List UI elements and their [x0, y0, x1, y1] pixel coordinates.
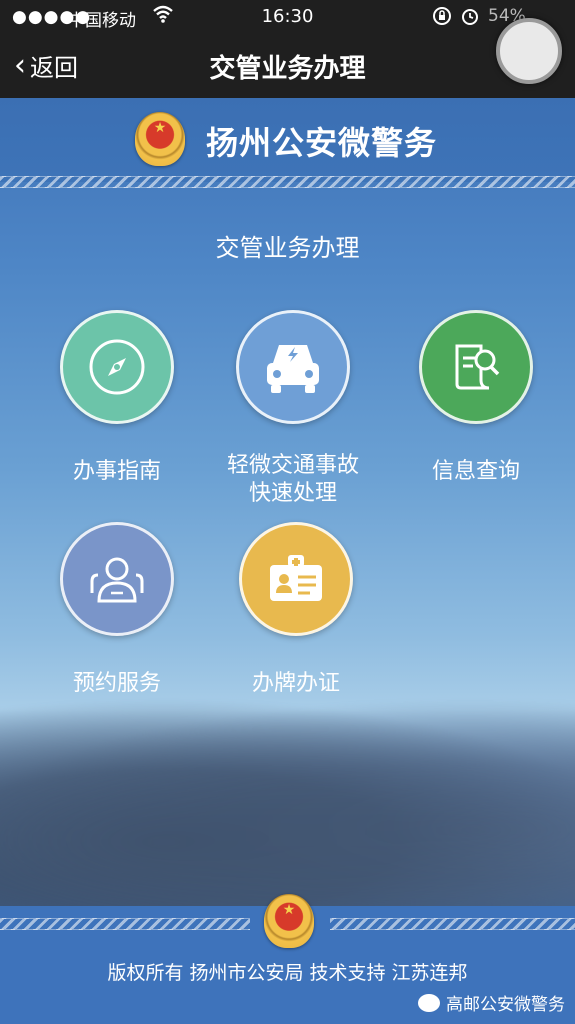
tile-circle — [419, 310, 533, 424]
car-icon — [267, 345, 319, 393]
tile-circle — [236, 310, 350, 424]
id-card-icon — [270, 555, 322, 601]
tile-circle — [239, 522, 353, 636]
police-emblem-icon — [135, 112, 185, 166]
tile-label: 办事指南 — [72, 459, 161, 484]
tile-service-guide[interactable]: 办事指南 — [27, 310, 207, 486]
watermark-text: 高邮公安微警务 — [446, 995, 565, 1015]
users-icon — [90, 557, 144, 603]
navigation-bar: ‹ 返回 交管业务办理 — [0, 40, 575, 96]
wechat-icon — [418, 993, 440, 1012]
wechat-watermark: 高邮公安微警务 — [418, 990, 565, 1015]
brand-title: 扬州公安微警务 — [206, 124, 438, 162]
tile-label: 办牌办证 — [251, 671, 340, 696]
copyright-text: 版权所有 扬州市公安局 技术支持 江苏连邦 — [107, 962, 468, 984]
tile-circle — [60, 310, 174, 424]
assistive-touch-button[interactable] — [496, 18, 562, 84]
tile-label-line: 轻微交通事故 快速处理 — [226, 453, 359, 506]
police-emblem-icon — [264, 894, 314, 948]
rotation-lock-icon — [432, 6, 452, 31]
tile-label: 轻微交通事故 快速处理 — [203, 452, 383, 508]
tile-license-plate[interactable]: 办牌办证 — [206, 522, 386, 698]
tile-label: 信息查询 — [431, 459, 520, 484]
tile-info-query[interactable]: 信息查询 — [386, 310, 566, 486]
tile-circle — [60, 522, 174, 636]
compass-icon — [89, 339, 145, 395]
footer-divider-left — [0, 918, 250, 930]
footer: 版权所有 扬州市公安局 技术支持 江苏连邦 高邮公安微警务 — [0, 894, 575, 1024]
tile-minor-accident[interactable]: 轻微交通事故 快速处理 — [203, 310, 383, 508]
alarm-icon — [460, 6, 480, 31]
tile-appointment[interactable]: 预约服务 — [27, 522, 207, 698]
brand-header: 扬州公安微警务 — [0, 98, 575, 182]
tile-label: 预约服务 — [72, 671, 161, 696]
top-bar: ●●●●● 中国移动 16:30 54% ‹ 返回 交管业务办理 — [0, 0, 575, 98]
header-divider — [0, 176, 575, 188]
page-title: 交管业务办理 — [209, 54, 366, 84]
status-bar: ●●●●● 中国移动 16:30 54% — [0, 0, 575, 34]
section-title: 交管业务办理 — [215, 234, 360, 262]
document-search-icon — [455, 344, 500, 390]
footer-divider-right — [330, 918, 575, 930]
main-content: 扬州公安微警务 交管业务办理 办事指南 轻 — [0, 98, 575, 1024]
